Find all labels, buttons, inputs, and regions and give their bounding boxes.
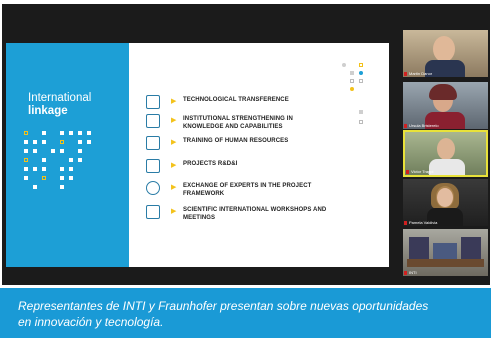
decorative-dot	[78, 131, 82, 135]
decorative-dot	[51, 149, 55, 153]
participant-name: Ursula Bristerelo	[409, 123, 439, 128]
arrow-icon: ▶	[171, 98, 177, 105]
decorative-dot	[69, 167, 73, 171]
decorative-dot	[33, 149, 37, 153]
decorative-dot	[359, 63, 363, 67]
list-item: ▶ SCIENTIFIC INTERNATIONAL WORKSHOPS AND…	[146, 205, 381, 223]
decorative-dot	[24, 176, 28, 180]
decorative-dot	[78, 158, 82, 162]
caption-line2: en innovación y tecnología.	[18, 315, 164, 329]
participant-name: Victor Trappi	[411, 169, 434, 174]
participant-tile[interactable]: Martin Danor	[403, 30, 488, 77]
decorative-dot	[78, 140, 82, 144]
decorative-dot	[350, 87, 354, 91]
list-item: ▶ PROJECTS R&D&I	[146, 159, 381, 177]
decorative-dot	[33, 140, 37, 144]
decorative-dot	[24, 140, 28, 144]
muted-mic-icon	[404, 221, 407, 225]
decorative-dot	[42, 167, 46, 171]
caption-bar: Representantes de INTI y Fraunhofer pres…	[0, 288, 491, 338]
decorative-dot	[342, 63, 346, 67]
slide-title-line2: linkage	[28, 105, 68, 117]
arrow-icon: ▶	[171, 184, 177, 191]
decorative-dot	[359, 71, 363, 75]
decorative-dot	[87, 140, 91, 144]
decorative-dot	[60, 131, 64, 135]
training-icon	[146, 136, 160, 150]
arrow-icon: ▶	[171, 139, 177, 146]
decorative-dot	[78, 149, 82, 153]
decorative-dot	[359, 79, 363, 83]
monitor-icon	[146, 205, 160, 219]
slide-title-panel: International linkage	[6, 43, 129, 267]
list-item-label: INSTITUTIONAL STRENGTHENING IN KNOWLEDGE…	[183, 116, 293, 130]
presentation-slide: International linkage ▶ TECHNOLOGICAL TR…	[6, 43, 389, 267]
projects-icon	[146, 159, 160, 173]
muted-mic-icon	[404, 271, 407, 275]
decorative-dot	[60, 167, 64, 171]
slide-title-line1: International	[28, 92, 92, 104]
decorative-dot	[42, 140, 46, 144]
decorative-dot	[60, 176, 64, 180]
arrow-icon: ▶	[171, 162, 177, 169]
decorative-dot	[42, 131, 46, 135]
decorative-dot	[60, 185, 64, 189]
caption-line1: Representantes de INTI y Fraunhofer pres…	[18, 299, 429, 313]
decorative-dot	[33, 185, 37, 189]
list-item-label: EXCHANGE OF EXPERTS IN THE PROJECT FRAME…	[183, 183, 312, 197]
participant-avatar	[433, 36, 455, 62]
list-item: ▶ INSTITUTIONAL STRENGTHENING IN KNOWLED…	[146, 114, 381, 132]
decorative-dot	[350, 71, 354, 75]
list-item: ▶ EXCHANGE OF EXPERTS IN THE PROJECT FRA…	[146, 181, 381, 199]
slide-title: International linkage	[28, 92, 91, 118]
decorative-dot	[359, 110, 363, 114]
participant-name: Pamela Valdivia	[409, 220, 438, 225]
list-item-label: PROJECTS R&D&I	[183, 161, 238, 167]
decorative-dot	[350, 79, 354, 83]
decorative-dot	[69, 176, 73, 180]
list-item-label: SCIENTIFIC INTERNATIONAL WORKSHOPS AND M…	[183, 207, 327, 221]
decorative-dot	[69, 158, 73, 162]
decorative-dot	[24, 131, 28, 135]
building-icon	[146, 114, 160, 128]
participant-avatar	[437, 138, 455, 160]
decorative-dot	[359, 120, 363, 124]
arrow-icon: ▶	[171, 117, 177, 124]
list-item: ▶ TECHNOLOGICAL TRANSFERENCE	[146, 95, 381, 113]
participant-name: INTI	[409, 270, 417, 275]
decorative-dot	[60, 140, 64, 144]
network-icon	[146, 95, 160, 109]
decorative-dot	[33, 167, 37, 171]
decorative-dot	[24, 158, 28, 162]
participant-tile[interactable]: INTI	[403, 229, 488, 276]
decorative-dot	[24, 167, 28, 171]
participant-tile[interactable]: Pamela Valdivia	[403, 179, 488, 226]
list-item-label: TECHNOLOGICAL TRANSFERENCE	[183, 97, 289, 103]
muted-mic-icon	[406, 170, 409, 174]
decorative-dot	[42, 176, 46, 180]
decorative-dot	[69, 131, 73, 135]
list-item: ▶ TRAINING OF HUMAN RESOURCES	[146, 136, 381, 154]
muted-mic-icon	[404, 124, 407, 128]
participant-tile[interactable]: Ursula Bristerelo	[403, 82, 488, 129]
decorative-dot	[87, 131, 91, 135]
video-frame: International linkage ▶ TECHNOLOGICAL TR…	[0, 0, 491, 338]
list-item-label: TRAINING OF HUMAN RESOURCES	[183, 138, 289, 144]
participant-tile-active[interactable]: Victor Trappi	[403, 130, 488, 177]
decorative-dot	[24, 149, 28, 153]
decorative-dot	[42, 158, 46, 162]
arrow-icon: ▶	[171, 208, 177, 215]
globe-icon	[146, 181, 160, 195]
participant-name: Martin Danor	[409, 71, 433, 76]
decorative-dots	[24, 131, 104, 211]
caption-text: Representantes de INTI y Fraunhofer pres…	[18, 298, 428, 330]
muted-mic-icon	[404, 72, 407, 76]
decorative-dot	[60, 149, 64, 153]
